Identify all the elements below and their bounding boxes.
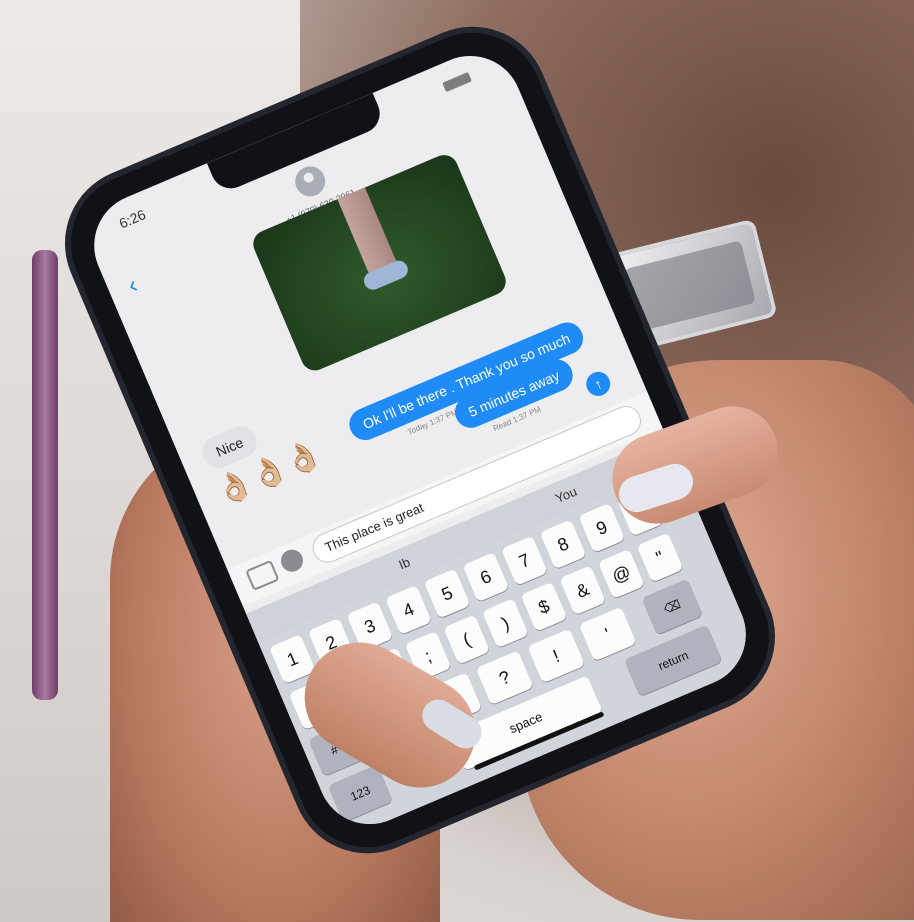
key-lparen[interactable]: (	[443, 614, 491, 665]
suggestion-2[interactable]: You	[553, 484, 579, 506]
key-7[interactable]: 7	[501, 535, 548, 586]
key-question[interactable]: ?	[475, 650, 534, 706]
key-8[interactable]: 8	[539, 519, 587, 570]
key-exclamation[interactable]: !	[527, 628, 586, 684]
key-6[interactable]: 6	[462, 552, 510, 603]
camera-icon[interactable]	[245, 559, 280, 591]
backspace-icon[interactable]: ⌫	[641, 578, 704, 635]
app-store-icon[interactable]	[277, 546, 307, 576]
photo-scene: 6:26 ‹ +1 (970) 630-2961 Nice 👌🏼👌🏼👌🏼 Ok …	[0, 0, 914, 922]
suggestion-1[interactable]: Ib	[396, 554, 412, 572]
key-rparen[interactable]: )	[481, 598, 529, 649]
phone-wrist-strap	[32, 250, 58, 700]
key-quote[interactable]: "	[636, 532, 684, 583]
key-apostrophe[interactable]: '	[578, 606, 637, 662]
key-9[interactable]: 9	[578, 502, 626, 554]
key-ampersand[interactable]: &	[559, 565, 607, 616]
contact-avatar-icon[interactable]	[290, 161, 330, 202]
key-5[interactable]: 5	[423, 568, 471, 619]
signal-battery-icon	[442, 71, 472, 93]
key-4[interactable]: 4	[385, 584, 432, 636]
send-arrow-icon[interactable]: ↑	[582, 368, 614, 400]
key-dollar[interactable]: $	[520, 581, 568, 632]
key-at[interactable]: @	[597, 548, 645, 600]
status-time: 6:26	[116, 206, 149, 232]
